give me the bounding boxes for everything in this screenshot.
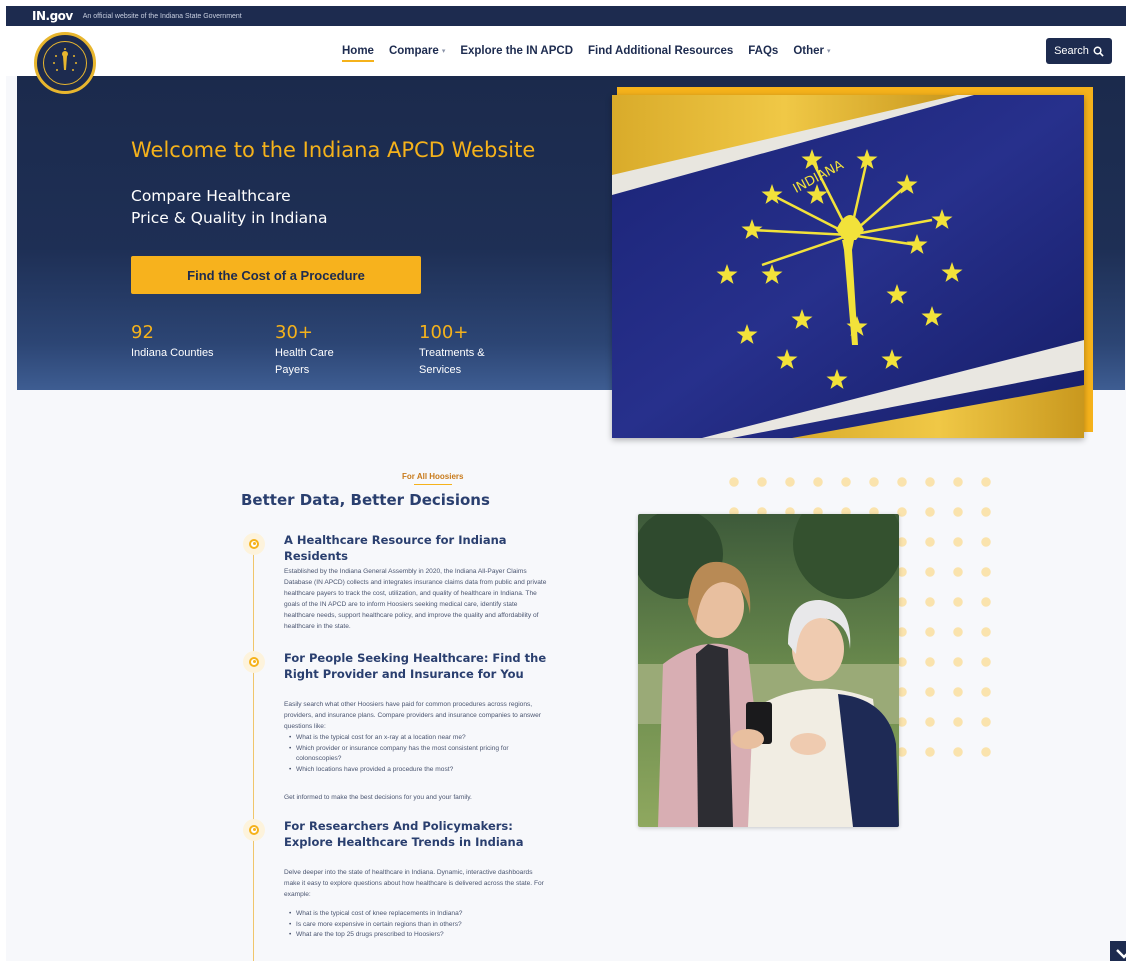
page: IN.gov An official website of the Indian…: [6, 6, 1126, 961]
item-title-residents: A Healthcare Resource for Indiana Reside…: [284, 533, 507, 563]
hoosiers-photo: [638, 514, 899, 827]
list-item: Is care more expensive in certain region…: [289, 920, 554, 931]
stat-treatments: 100+ Treatments & Services: [419, 322, 563, 379]
seekers-question-list: What is the typical cost for an x-ray at…: [289, 733, 554, 775]
item-title-seekers: For People Seeking Healthcare: Find the …: [284, 651, 547, 681]
hero-subtitle-line2: Price & Quality in Indiana: [131, 209, 328, 227]
indiana-flag-graphic: INDIANA: [612, 95, 1084, 438]
find-cost-button[interactable]: Find the Cost of a Procedure: [131, 256, 421, 294]
item-title-researchers: For Researchers And Policymakers: Explor…: [284, 819, 524, 849]
timeline-marker: [243, 819, 265, 841]
list-item: Which provider or insurance company has …: [289, 744, 554, 765]
stat-label: Health Care Payers: [275, 347, 334, 376]
nav-other-label: Other: [793, 45, 824, 57]
nav-other[interactable]: Other ▾: [793, 45, 830, 57]
timeline-marker: [243, 651, 265, 673]
timeline-marker: [243, 533, 265, 555]
in-gov-logo[interactable]: IN.gov: [32, 9, 73, 23]
gov-banner-text: An official website of the Indiana State…: [82, 12, 242, 20]
state-seal-logo[interactable]: [34, 32, 96, 94]
nav-compare[interactable]: Compare ▾: [389, 45, 445, 57]
stat-value: 30+: [275, 322, 313, 343]
list-item: What are the top 25 drugs prescribed to …: [289, 930, 554, 941]
researchers-question-list: What is the typical cost of knee replace…: [289, 909, 554, 941]
nav-compare-label: Compare: [388, 45, 439, 57]
primary-menu: Home Compare ▾ Explore the IN APCD Find A…: [342, 26, 846, 76]
indiana-flag-image: INDIANA: [612, 95, 1084, 438]
nav-faqs[interactable]: FAQs: [748, 45, 778, 57]
chevron-down-icon: ▾: [441, 48, 446, 55]
hero-stats: 92 Indiana Counties 30+ Health Care Paye…: [131, 322, 563, 379]
women-phone-illustration: [638, 514, 899, 827]
section-kicker: For All Hoosiers: [402, 472, 464, 485]
item-body-seekers: Easily search what other Hoosiers have p…: [284, 701, 541, 730]
torch-icon: [53, 48, 77, 71]
list-item: What is the typical cost of knee replace…: [289, 909, 554, 920]
item-footer-seekers: Get informed to make the best decisions …: [284, 794, 472, 801]
hero-title: Welcome to the Indiana APCD Website: [131, 138, 536, 162]
hero-subtitle-line1: Compare Healthcare: [131, 187, 291, 205]
item-body-researchers: Delve deeper into the state of healthcar…: [284, 869, 544, 898]
item-body-residents: Established by the Indiana General Assem…: [284, 568, 547, 630]
scroll-down-button[interactable]: [1110, 941, 1126, 961]
nav-home[interactable]: Home: [342, 45, 374, 62]
nav-faqs-label: FAQs: [748, 45, 779, 57]
main-nav: Home Compare ▾ Explore the IN APCD Find A…: [6, 26, 1126, 94]
stat-payers: 30+ Health Care Payers: [275, 322, 419, 379]
list-item: Which locations have provided a procedur…: [289, 765, 554, 776]
chevron-down-icon: [1116, 949, 1126, 959]
search-button[interactable]: Search: [1046, 38, 1112, 64]
list-item: What is the typical cost for an x-ray at…: [289, 733, 554, 744]
nav-explore[interactable]: Explore the IN APCD: [460, 45, 573, 57]
hero-subtitle: Compare Healthcare Price & Quality in In…: [131, 185, 391, 229]
section-title: Better Data, Better Decisions: [241, 491, 490, 509]
nav-resources[interactable]: Find Additional Resources: [588, 45, 733, 57]
stat-label: Treatments & Services: [419, 347, 485, 376]
chevron-down-icon: ▾: [827, 48, 831, 55]
nav-explore-label: Explore the IN APCD: [460, 45, 574, 57]
nav-resources-label: Find Additional Resources: [588, 45, 734, 57]
timeline-line: [253, 546, 254, 961]
nav-home-label: Home: [342, 45, 374, 57]
search-button-label: Search: [1054, 45, 1089, 57]
search-icon: [1093, 46, 1104, 57]
stat-value: 100+: [419, 322, 469, 343]
gov-banner: IN.gov An official website of the Indian…: [6, 6, 1126, 26]
stat-counties: 92 Indiana Counties: [131, 322, 275, 379]
stat-value: 92: [131, 322, 154, 343]
stat-label: Indiana Counties: [131, 347, 214, 359]
